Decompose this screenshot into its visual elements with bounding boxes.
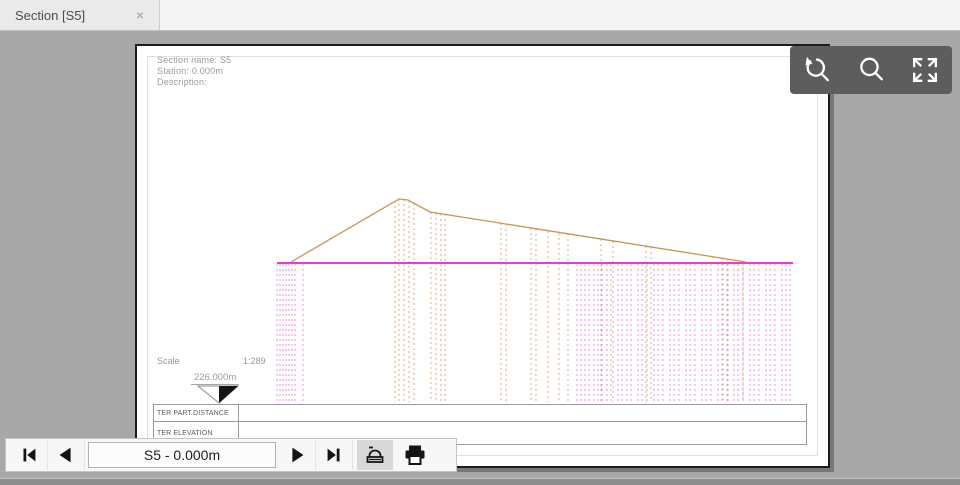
paper-tray-icon (363, 443, 387, 467)
printer-icon (402, 442, 428, 468)
description-text: Description: (157, 77, 231, 88)
section-name-text: Section name: S5 (157, 55, 231, 66)
zoom-reset-icon (800, 53, 834, 87)
fit-screen-icon (908, 53, 942, 87)
station-text: Station: 0.000m (157, 66, 231, 77)
zoom-icon (854, 53, 888, 87)
section-nav-toolbar: S5 - 0.000m (5, 438, 457, 472)
scale-value: 1:289 (243, 356, 266, 366)
previous-section-button[interactable] (48, 440, 85, 470)
first-icon (18, 444, 40, 466)
sheet-title-block: Section name: S5 Station: 0.000m Descrip… (157, 55, 231, 88)
tab-section-s5[interactable]: Section [S5] × (0, 0, 160, 30)
section-sheet[interactable]: Section name: S5 Station: 0.000m Descrip… (135, 44, 830, 468)
last-section-button[interactable] (316, 440, 353, 470)
viewer-toolbar (790, 46, 952, 94)
previous-icon (55, 444, 77, 466)
window-bottom-strip (0, 478, 960, 485)
next-icon (286, 444, 308, 466)
zoom-button[interactable] (848, 48, 894, 92)
table-row: TER PART.DISTANCE (154, 405, 806, 422)
first-section-button[interactable] (11, 440, 48, 470)
fit-screen-button[interactable] (902, 48, 948, 92)
scale-label: Scale (157, 356, 180, 366)
tab-label: Section [S5] (15, 8, 133, 23)
row-values (239, 405, 806, 421)
section-viewer-workspace: Section name: S5 Station: 0.000m Descrip… (0, 31, 960, 478)
station-marker-icon (195, 384, 243, 406)
last-icon (323, 444, 345, 466)
tab-bar: Section [S5] × (0, 0, 960, 31)
current-section-field[interactable]: S5 - 0.000m (88, 442, 276, 468)
row-label: TER PART.DISTANCE (154, 405, 239, 421)
print-button[interactable] (397, 440, 433, 470)
zoom-reset-button[interactable] (794, 48, 840, 92)
plot-settings-button[interactable] (357, 440, 393, 470)
next-section-button[interactable] (279, 440, 316, 470)
tab-close-icon[interactable]: × (133, 7, 147, 23)
